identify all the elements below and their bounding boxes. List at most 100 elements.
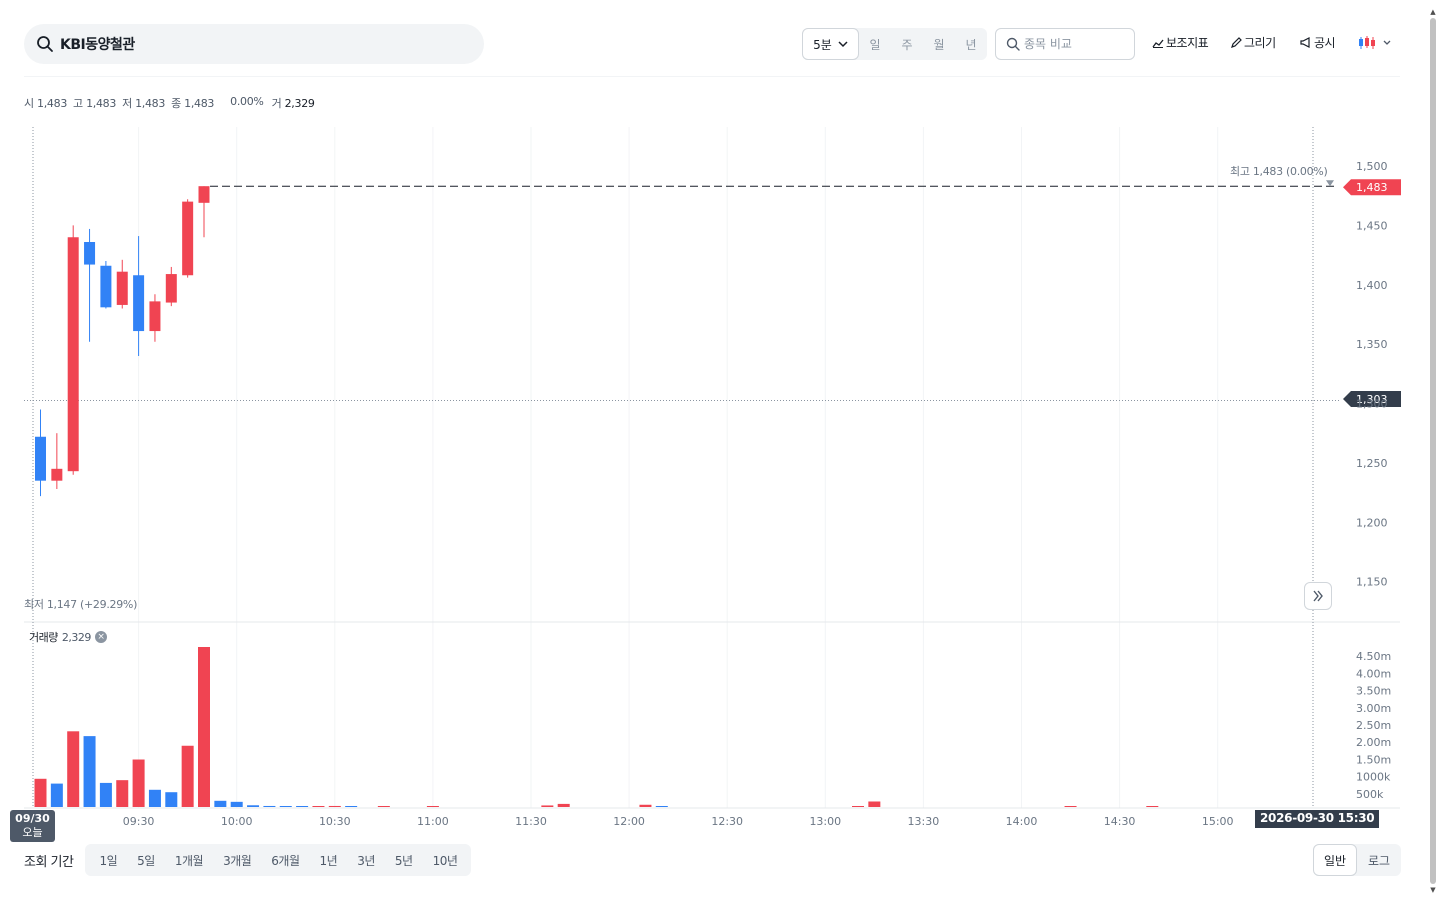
volume-bar xyxy=(868,801,881,807)
period-1m[interactable]: 1개월 xyxy=(165,852,213,869)
x-tick-label: 10:00 xyxy=(221,815,253,828)
y-tick-label: 1,150 xyxy=(1356,576,1388,589)
x-tick-label: 09:30 xyxy=(123,815,155,828)
volume-bar xyxy=(263,805,276,807)
scale-log-button[interactable]: 로그 xyxy=(1357,852,1401,869)
candle-body xyxy=(182,201,194,276)
volume-bar xyxy=(230,801,243,807)
high-annotation: 최고 1,483 (0.00%) xyxy=(1230,165,1328,178)
y-tick-label: 1,500 xyxy=(1356,160,1388,173)
volume-bar xyxy=(655,806,668,807)
volume-bar xyxy=(181,745,194,807)
current-price-tag: 1,483 xyxy=(1356,181,1388,194)
volume-tick-label: 2.00m xyxy=(1356,736,1391,749)
period-5y[interactable]: 5년 xyxy=(385,852,423,869)
scroll-down-arrow[interactable]: ▼ xyxy=(1428,886,1438,894)
volume-bar xyxy=(132,759,145,807)
volume-bar xyxy=(557,803,570,807)
period-3m[interactable]: 3개월 xyxy=(213,852,261,869)
x-tick-label: 11:00 xyxy=(417,815,449,828)
volume-bar xyxy=(1146,806,1159,807)
x-tick-label: 11:30 xyxy=(515,815,547,828)
y-tick-label: 1,200 xyxy=(1356,516,1388,529)
volume-panel-label: 거래량 2,329 × xyxy=(29,629,107,645)
volume-bar xyxy=(83,736,96,807)
period-selector: 조회 기간 1일 5일 1개월 3개월 6개월 1년 3년 5년 10년 xyxy=(24,844,472,876)
volume-bar xyxy=(312,806,325,807)
candle-body xyxy=(133,275,145,332)
volume-bar xyxy=(296,806,309,807)
timestamp-badge: 2026-09-30 15:30 xyxy=(1255,810,1380,828)
page-scrollbar[interactable]: ▲ ▼ xyxy=(1428,8,1436,894)
date-badge-date: 09/30 xyxy=(15,812,50,825)
x-tick-label: 13:00 xyxy=(809,815,841,828)
volume-bar xyxy=(247,805,260,807)
x-tick-label: 14:30 xyxy=(1104,815,1136,828)
candle-body xyxy=(100,265,112,308)
period-5d[interactable]: 5일 xyxy=(127,852,165,869)
x-tick-label: 15:00 xyxy=(1202,815,1234,828)
y-tick-label: 1,300 xyxy=(1356,398,1388,411)
volume-bar xyxy=(541,805,554,807)
volume-tick-label: 2.50m xyxy=(1356,719,1391,732)
volume-tick-label: 4.00m xyxy=(1356,667,1391,680)
period-options: 1일 5일 1개월 3개월 6개월 1년 3년 5년 10년 xyxy=(85,844,472,876)
scale-toggle: 일반 로그 xyxy=(1313,844,1401,876)
scrollbar-thumb[interactable] xyxy=(1430,18,1436,884)
volume-bar xyxy=(198,647,210,807)
candle-body xyxy=(35,436,46,481)
period-label: 조회 기간 xyxy=(24,854,74,870)
high-marker-icon xyxy=(1326,180,1334,187)
scroll-to-latest-button[interactable] xyxy=(1304,582,1332,610)
volume-bar xyxy=(328,805,341,807)
volume-bar xyxy=(345,806,358,807)
double-chevron-right-icon xyxy=(1313,590,1323,602)
candle-body xyxy=(116,271,128,305)
y-tick-label: 1,400 xyxy=(1356,279,1388,292)
volume-bar xyxy=(214,800,227,807)
volume-bar xyxy=(165,792,178,807)
volume-bar xyxy=(67,731,80,807)
candle-body xyxy=(149,301,161,332)
volume-tick-label: 500k xyxy=(1356,788,1384,801)
x-tick-label: 12:30 xyxy=(711,815,743,828)
candle-body xyxy=(51,468,63,481)
y-tick-label: 1,250 xyxy=(1356,457,1388,470)
period-1d[interactable]: 1일 xyxy=(89,852,127,869)
period-10y[interactable]: 10년 xyxy=(423,852,468,869)
candle-body xyxy=(67,237,79,472)
y-tick-label: 1,350 xyxy=(1356,338,1388,351)
period-3y[interactable]: 3년 xyxy=(347,852,385,869)
volume-bar xyxy=(639,804,652,807)
volume-tick-label: 1.50m xyxy=(1356,753,1391,766)
volume-tick-label: 1000k xyxy=(1356,771,1391,784)
volume-label: 거래량 xyxy=(29,631,58,644)
low-annotation: 최저 1,147 (+29.29%) xyxy=(24,598,138,611)
x-tick-label: 14:00 xyxy=(1006,815,1038,828)
volume-bar xyxy=(1064,806,1077,807)
volume-bar xyxy=(852,806,864,807)
volume-bar xyxy=(99,782,112,807)
date-badge: 09/30 오늘 xyxy=(10,810,55,842)
volume-tick-label: 4.50m xyxy=(1356,650,1391,663)
volume-bar xyxy=(377,806,390,807)
candle-body xyxy=(198,186,210,203)
volume-value: 2,329 xyxy=(61,630,92,644)
candle-body xyxy=(84,242,96,265)
volume-bar xyxy=(34,778,47,807)
scale-normal-button[interactable]: 일반 xyxy=(1313,844,1357,876)
date-badge-day: 오늘 xyxy=(22,826,43,839)
close-icon[interactable]: × xyxy=(94,631,107,643)
volume-bar xyxy=(50,783,63,807)
y-tick-label: 1,450 xyxy=(1356,219,1388,232)
x-tick-label: 13:30 xyxy=(908,815,940,828)
volume-bar xyxy=(426,806,439,807)
price-chart[interactable]: 1,4831,303 09:30 10:00 10:30 11:00 11:30 12:0… xyxy=(0,0,1440,900)
scroll-up-arrow[interactable]: ▲ xyxy=(1428,8,1438,16)
period-6m[interactable]: 6개월 xyxy=(261,852,309,869)
volume-bar xyxy=(116,780,129,807)
candle-body xyxy=(165,274,177,303)
period-1y[interactable]: 1년 xyxy=(310,852,348,869)
volume-bar xyxy=(279,806,292,807)
volume-bar xyxy=(148,789,161,807)
